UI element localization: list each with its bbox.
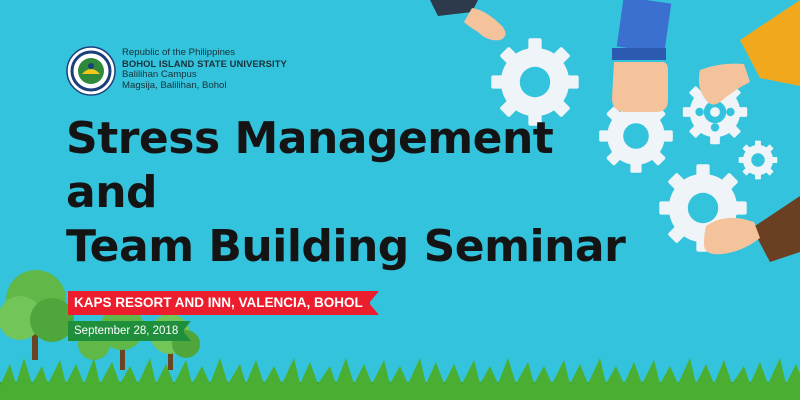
venue-ribbon-tail <box>369 291 379 315</box>
title-line-2: and <box>66 167 158 218</box>
hand-icon <box>698 0 800 105</box>
campus-label: Balilihan Campus <box>122 69 197 80</box>
university-seal-icon <box>66 46 116 96</box>
tree-icon <box>0 270 200 370</box>
gear-icon <box>738 140 778 180</box>
title-line-1: Stress Management <box>66 113 554 164</box>
venue-ribbon: KAPS RESORT AND INN, VALENCIA, BOHOL <box>68 291 370 315</box>
title-line-3: Team Building Seminar <box>66 221 626 272</box>
institution-header: Republic of the Philippines BOHOL ISLAND… <box>122 47 287 91</box>
university-name: BOHOL ISLAND STATE UNIVERSITY <box>122 58 287 69</box>
country-label: Republic of the Philippines <box>122 47 236 58</box>
seminar-banner: Republic of the Philippines BOHOL ISLAND… <box>0 0 800 400</box>
hand-icon <box>430 0 506 41</box>
date-ribbon: September 28, 2018 <box>68 321 184 341</box>
hand-icon <box>612 0 672 112</box>
date-ribbon-tail <box>183 321 191 341</box>
address-label: Magsija, Balilihan, Bohol <box>122 80 227 91</box>
